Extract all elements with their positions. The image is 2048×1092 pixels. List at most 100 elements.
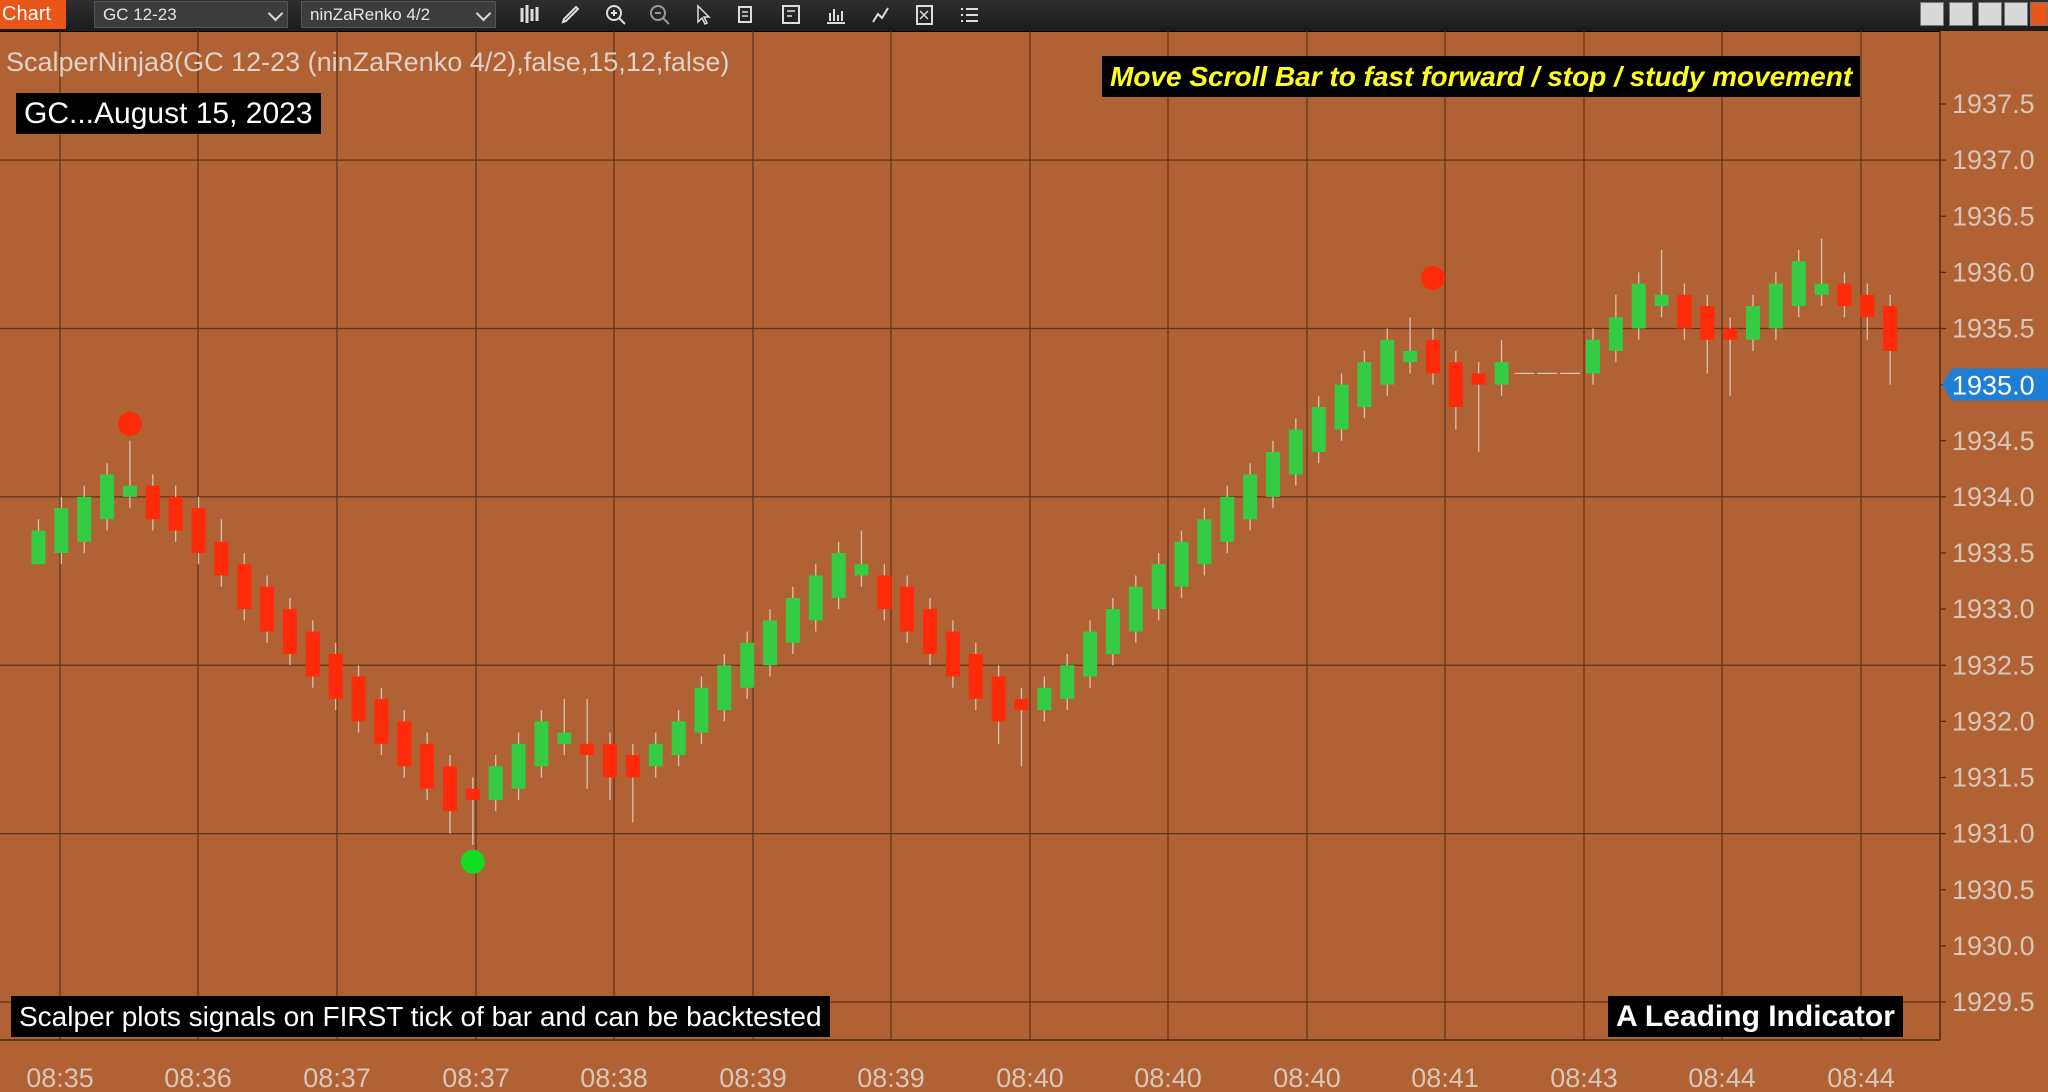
candle-up (1585, 328, 1600, 385)
candle-down (145, 474, 160, 531)
candle-body (1677, 294, 1692, 329)
candle-body (1014, 698, 1029, 711)
candle-up (1288, 418, 1303, 486)
bar-type-selector[interactable]: ninZaRenko 4/2 (301, 1, 496, 28)
candle-body (1425, 339, 1440, 374)
candle-up (1037, 676, 1052, 722)
scroll-note-box: Move Scroll Bar to fast forward / stop /… (1102, 56, 1861, 97)
close-icon[interactable] (2030, 2, 2048, 26)
candle-body (168, 496, 183, 531)
chart-grid (0, 31, 1940, 1040)
bottom-note-box: Scalper plots signals on FIRST tick of b… (11, 996, 830, 1037)
indicators-icon[interactable] (819, 0, 853, 30)
candle-up (1220, 485, 1235, 553)
candle-body (1746, 306, 1760, 340)
strategy-icon[interactable] (865, 0, 899, 30)
candle-body (1311, 407, 1326, 452)
price-tick-label: 1934.5 (1952, 426, 2035, 456)
tab-chart[interactable]: Chart (0, 0, 66, 29)
zoom-in-icon[interactable] (599, 0, 633, 30)
price-tick-label: 1931.0 (1952, 819, 2035, 849)
candle-body (374, 698, 389, 744)
zoom-out-icon[interactable] (643, 0, 677, 30)
candle-body (557, 732, 572, 744)
price-tick-label: 1931.5 (1952, 763, 2035, 793)
price-tick-label: 1937.5 (1952, 89, 2035, 119)
candle-body (648, 743, 663, 767)
candle-up (1403, 317, 1418, 374)
candle-body (1494, 362, 1509, 385)
price-axis[interactable]: 1937.5 1937.0 1936.5 1936.0 1935.5 1935.0 1934… (1939, 31, 2048, 1092)
candle-body (1883, 306, 1898, 351)
price-tick-label: 1937.0 (1952, 145, 2035, 175)
candle-up (1197, 508, 1212, 576)
candle-down (1448, 350, 1463, 430)
price-tick-label: 1936.0 (1952, 257, 2035, 287)
candle-body (785, 597, 800, 643)
candle-body (328, 654, 343, 699)
candle-body (1243, 474, 1258, 520)
candle-up (1128, 575, 1143, 643)
bar-style-icon[interactable] (513, 0, 547, 30)
candle-body (77, 496, 92, 542)
buy-signal-dot (460, 849, 485, 874)
candle-down (305, 620, 320, 688)
candle-body (351, 676, 366, 722)
properties-icon[interactable] (909, 0, 943, 30)
candle-body (214, 541, 229, 576)
window-linked-icon[interactable] (1949, 2, 1973, 26)
instrument-selector-value: GC 12-23 (103, 5, 177, 24)
candle-down (465, 777, 480, 845)
time-tick-label: 08:40 (1273, 1063, 1341, 1092)
data-box-icon[interactable] (731, 0, 765, 30)
candle-down (214, 519, 229, 587)
time-tick-label: 08:44 (1827, 1063, 1895, 1092)
candle-body (580, 743, 595, 756)
candle-body (237, 564, 252, 610)
price-tick-label: 1933.0 (1952, 594, 2035, 624)
candle-body (831, 553, 846, 598)
candle-down (1677, 283, 1692, 340)
window-pin-icon[interactable] (1920, 2, 1944, 26)
draw-pencil-icon[interactable] (555, 0, 589, 30)
maximize-icon[interactable] (2004, 2, 2028, 26)
candle-body (1471, 373, 1486, 385)
template-icon[interactable] (775, 0, 809, 30)
candle-up (54, 496, 69, 565)
candle-down (1860, 283, 1875, 340)
candle-down (900, 575, 915, 643)
candle-down (1014, 687, 1029, 767)
candle-body (1174, 541, 1189, 587)
price-chart[interactable]: 1937.5 1937.0 1936.5 1936.0 1935.5 1935.0 1934… (0, 31, 2048, 1092)
time-tick-label: 08:41 (1411, 1063, 1479, 1092)
signals (117, 265, 1445, 874)
time-axis[interactable]: 08:35 08:36 08:37 08:37 08:38 08:39 08:39 08:40… (0, 1039, 2048, 1092)
candle-body (968, 654, 983, 699)
candle-body (1288, 429, 1303, 475)
candle-up (488, 755, 503, 812)
candle-body (1791, 261, 1806, 307)
candle-body (763, 620, 778, 666)
candle-up (1768, 272, 1783, 340)
minimize-icon[interactable] (1978, 2, 2002, 26)
candle-down (625, 743, 640, 823)
candle-body (1220, 496, 1235, 542)
list-icon[interactable] (953, 0, 987, 30)
candle-down (282, 597, 297, 666)
pointer-icon[interactable] (687, 0, 721, 30)
candle-body (420, 743, 435, 789)
time-tick-label: 08:35 (26, 1063, 94, 1092)
candle-up (1494, 339, 1509, 396)
candle-body (1128, 586, 1143, 632)
candle-body (717, 665, 732, 711)
candle-body (1265, 451, 1280, 497)
chevron-down-icon (475, 5, 492, 22)
indicator-label: ScalperNinja8(GC 12-23 (ninZaRenko 4/2),… (6, 47, 730, 77)
candle-body (1768, 283, 1783, 329)
candle-up (1334, 373, 1349, 441)
instrument-selector[interactable]: GC 12-23 (94, 1, 288, 28)
candle-body (900, 586, 915, 632)
candle-body (1860, 294, 1875, 318)
candle-up (1654, 249, 1669, 318)
price-tick-label: 1932.5 (1952, 650, 2035, 680)
